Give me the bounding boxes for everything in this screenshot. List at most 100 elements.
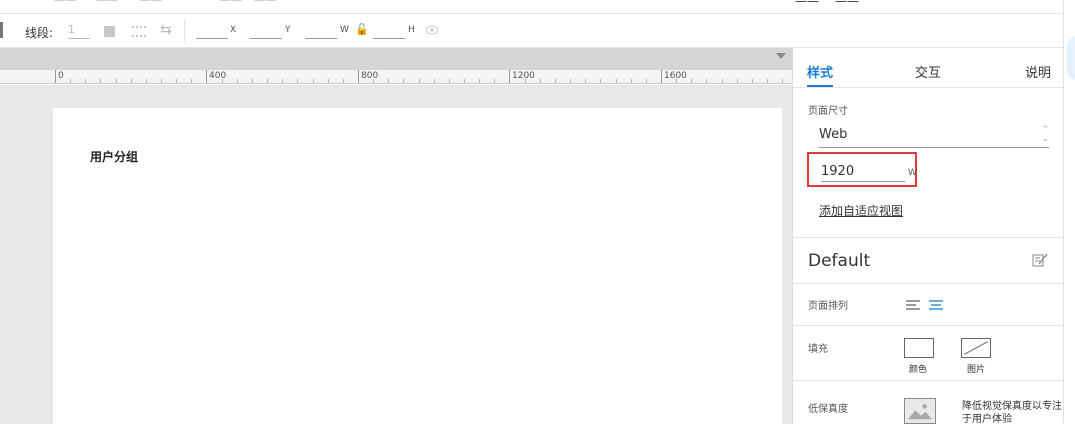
top-menu-bar: · —— —— —— —— —— —— ——	[0, 0, 1063, 14]
ruler-minor-tick	[434, 79, 435, 83]
tab-notes[interactable]: 说明	[1025, 62, 1051, 81]
image-icon[interactable]	[904, 398, 936, 424]
section-divider	[793, 325, 1064, 326]
ruler-minor-tick	[752, 79, 753, 83]
add-adaptive-view-link[interactable]: 添加自适应视图	[819, 202, 903, 219]
section-divider	[793, 237, 1064, 238]
ruler-minor-tick	[131, 79, 132, 83]
menu-fragment: ——	[54, 0, 76, 6]
ruler-label: 1200	[512, 71, 535, 81]
inspector-tabs: 样式 交互 说明	[793, 48, 1064, 88]
page-size-value: Web	[819, 127, 848, 142]
tab-style[interactable]: 样式	[807, 62, 833, 81]
y-label: Y	[285, 25, 291, 35]
ruler-minor-tick	[252, 79, 253, 83]
fill-color-button[interactable]	[904, 338, 934, 358]
ruler-minor-tick	[328, 79, 329, 83]
ruler-minor-tick	[767, 79, 768, 83]
width-highlight: W	[807, 152, 917, 187]
ruler-minor-tick	[676, 79, 677, 83]
ruler-minor-tick	[737, 79, 738, 83]
h-input[interactable]	[373, 23, 405, 39]
ruler-minor-tick	[464, 79, 465, 83]
active-tab-indicator	[807, 85, 833, 87]
ruler-minor-tick	[540, 79, 541, 83]
ruler-minor-tick	[691, 79, 692, 83]
tab-interaction[interactable]: 交互	[915, 62, 941, 81]
align-center-icon[interactable]	[929, 299, 943, 311]
line-label: 线段:	[25, 26, 54, 40]
canvas-tab-bar	[0, 48, 792, 70]
w-label: W	[340, 25, 349, 35]
style-name: Default	[808, 251, 871, 271]
ruler-minor-tick	[600, 79, 601, 83]
menu-fragment: ——	[835, 0, 859, 8]
line-width-input[interactable]: 1	[68, 23, 90, 39]
page-width-input[interactable]	[821, 162, 905, 182]
menu-fragment: ——	[96, 0, 118, 6]
ruler-minor-tick	[494, 79, 495, 83]
ruler-label: 0	[58, 71, 64, 81]
arrow-style-icon[interactable]: ⇆	[160, 22, 172, 38]
ruler-minor-tick	[706, 79, 707, 83]
eye-icon[interactable]	[425, 25, 439, 35]
ruler-major-tick	[358, 70, 359, 83]
menu-fragment: ——	[795, 0, 819, 8]
fill-label: 填充	[808, 344, 828, 355]
fill-image-button[interactable]	[961, 338, 991, 358]
ruler-minor-tick	[267, 79, 268, 83]
ruler-major-tick	[661, 70, 662, 83]
align-left-icon[interactable]	[906, 299, 920, 311]
ruler-minor-tick	[373, 79, 374, 83]
format-toolbar: 线段: 1 ⇆ X Y W 🔓 H	[0, 14, 1063, 48]
section-divider	[793, 380, 1064, 381]
h-label: H	[408, 25, 415, 35]
ruler-minor-tick	[176, 79, 177, 83]
page-canvas[interactable]	[53, 108, 782, 424]
ruler-minor-tick	[570, 79, 571, 83]
ruler-minor-tick	[479, 79, 480, 83]
edit-style-icon[interactable]	[1032, 252, 1048, 268]
low-fidelity-label: 低保真度	[808, 404, 848, 415]
ruler-minor-tick	[146, 79, 147, 83]
ruler-minor-tick	[116, 79, 117, 83]
spinner-icon[interactable]: ⌃ ⌄	[1041, 126, 1049, 144]
ruler-minor-tick	[313, 79, 314, 83]
ruler-minor-tick	[191, 79, 192, 83]
fill-color-icon[interactable]	[104, 26, 115, 37]
ruler-minor-tick	[161, 79, 162, 83]
ruler-major-tick	[206, 70, 207, 83]
ruler-minor-tick	[525, 79, 526, 83]
y-input[interactable]	[250, 23, 282, 39]
ruler-minor-tick	[585, 79, 586, 83]
menu-fragment: ——	[254, 0, 276, 6]
fill-image-caption: 图片	[967, 365, 986, 375]
x-input[interactable]	[196, 23, 228, 39]
ruler-minor-tick	[100, 79, 101, 83]
ruler-minor-tick	[237, 79, 238, 83]
side-widget	[1067, 36, 1075, 80]
ruler-label: 400	[209, 71, 227, 81]
ruler-major-tick	[55, 70, 56, 83]
inspector-panel: 样式 交互 说明 页面尺寸 Web ⌃⌄ W 添加自适应视图 Default 页…	[792, 48, 1064, 424]
menu-fragment: ——	[140, 0, 162, 6]
ruler-label: 800	[361, 71, 379, 81]
ruler-minor-tick	[222, 79, 223, 83]
width-unit-label: W	[908, 168, 917, 178]
ruler-minor-tick	[343, 79, 344, 83]
ruler-minor-tick	[70, 79, 71, 83]
page-size-select[interactable]: Web ⌃ ⌄	[819, 124, 1049, 148]
ruler-minor-tick	[419, 79, 420, 83]
w-input[interactable]	[305, 23, 337, 39]
chevron-down-icon[interactable]	[776, 53, 786, 59]
line-style-icon[interactable]	[132, 26, 146, 37]
ruler-minor-tick	[403, 79, 404, 83]
ruler-minor-tick	[782, 79, 783, 83]
menu-fragment: ——	[220, 0, 242, 6]
page-title[interactable]: 用户分组	[90, 148, 138, 165]
fill-color-caption: 颜色	[909, 365, 928, 375]
ruler-minor-tick	[722, 79, 723, 83]
x-label: X	[230, 25, 237, 35]
lock-icon[interactable]: 🔓	[355, 23, 369, 36]
ruler-minor-tick	[282, 79, 283, 83]
